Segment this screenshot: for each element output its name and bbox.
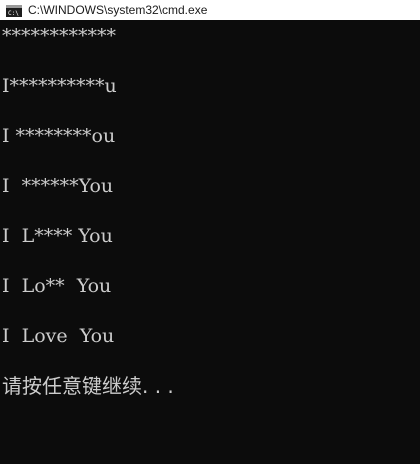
console-output[interactable]: ************ I**********u I ********ou I… bbox=[0, 20, 420, 464]
console-line-6: I Lo** You bbox=[2, 275, 112, 297]
cmd-window: C:\ C:\WINDOWS\system32\cmd.exe ********… bbox=[0, 0, 420, 464]
press-any-key-prompt: 请按任意键继续. . . bbox=[2, 374, 174, 398]
console-line-3: I ********ou bbox=[2, 125, 116, 147]
console-line-5: I L**** You bbox=[2, 225, 113, 247]
window-title: C:\WINDOWS\system32\cmd.exe bbox=[28, 3, 208, 17]
console-line-1: ************ bbox=[2, 25, 116, 47]
title-bar[interactable]: C:\ C:\WINDOWS\system32\cmd.exe bbox=[0, 0, 420, 20]
svg-text:C:\: C:\ bbox=[8, 10, 19, 17]
console-line-4: I ******You bbox=[2, 175, 114, 197]
console-line-2: I**********u bbox=[2, 75, 117, 97]
console-line-7: I Love You bbox=[2, 325, 115, 347]
cmd-console-icon: C:\ bbox=[6, 4, 22, 17]
